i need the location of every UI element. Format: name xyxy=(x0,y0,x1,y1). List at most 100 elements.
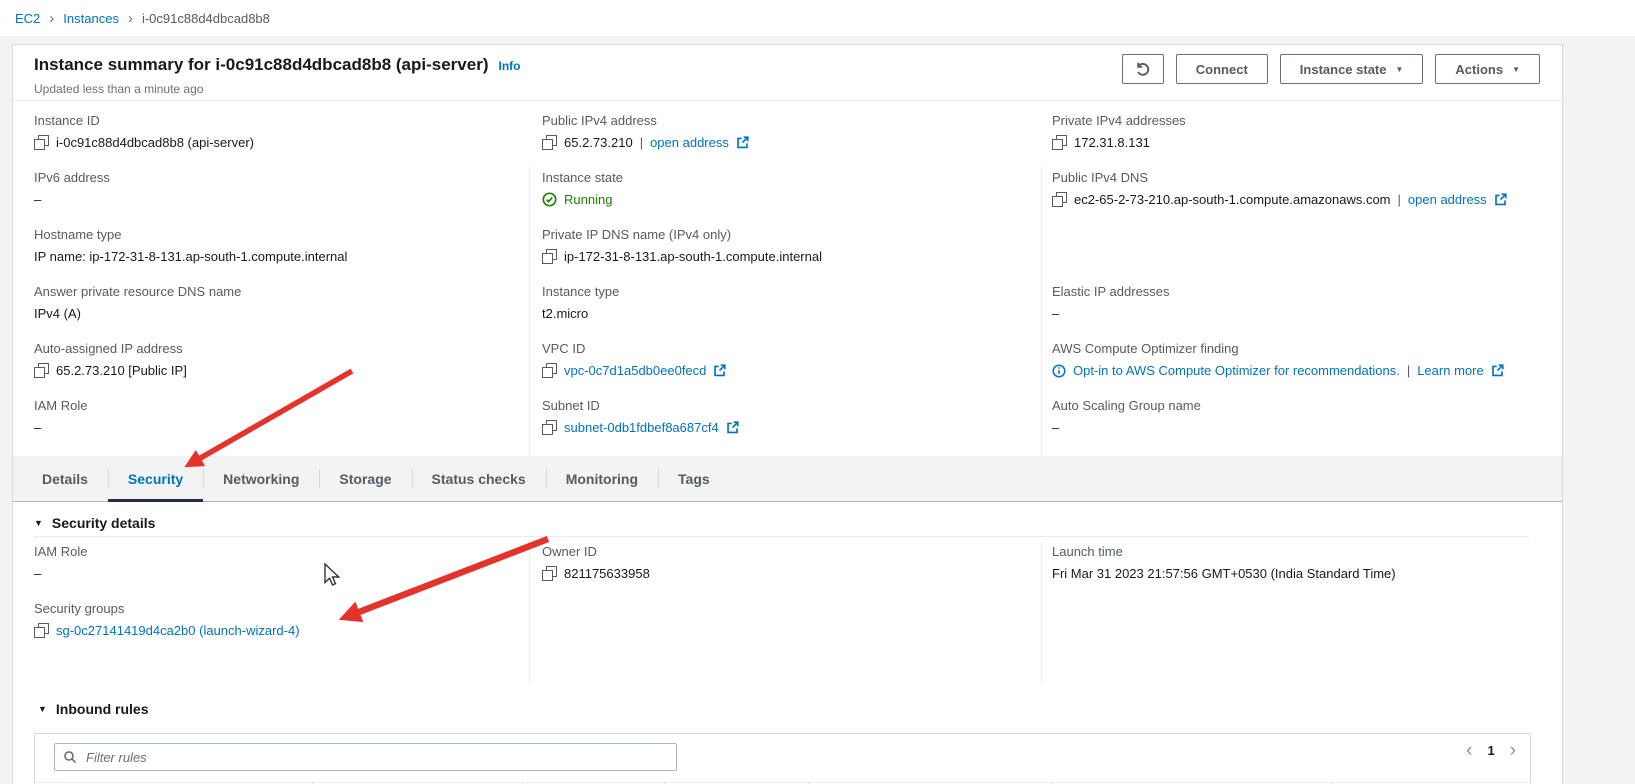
field-label: Hostname type xyxy=(34,227,122,242)
field-vpc-id: VPC ID vpc-0c7d1a5db0ee0fecd xyxy=(542,341,1052,398)
field-auto-scaling-group: Auto Scaling Group name – xyxy=(1052,398,1562,455)
updated-status-text: Updated less than a minute ago xyxy=(34,82,204,96)
breadcrumb-chevron-icon: › xyxy=(49,10,55,27)
connect-button-label: Connect xyxy=(1195,61,1248,77)
field-label: Public IPv4 address xyxy=(542,113,657,128)
chevron-down-icon: ▼ xyxy=(1395,64,1404,74)
external-link-icon[interactable] xyxy=(713,364,726,377)
copy-icon[interactable] xyxy=(542,420,557,435)
open-address-link[interactable]: open address xyxy=(1408,192,1487,207)
collapse-triangle-icon: ▼ xyxy=(38,704,47,714)
page-next-icon[interactable]: › xyxy=(1510,741,1516,760)
breadcrumb-link-instances[interactable]: Instances xyxy=(63,11,119,26)
external-link-icon[interactable] xyxy=(1491,364,1504,377)
instance-summary-panel: Instance summary for i-0c91c88d4dbcad8b8… xyxy=(12,44,1563,784)
copy-icon[interactable] xyxy=(34,363,49,378)
copy-icon[interactable] xyxy=(542,566,557,581)
external-link-icon[interactable] xyxy=(726,421,739,434)
field-label: IAM Role xyxy=(34,544,88,559)
info-icon xyxy=(1052,363,1066,378)
page-title: Instance summary for i-0c91c88d4dbcad8b8… xyxy=(34,55,489,74)
tab-tags[interactable]: Tags xyxy=(658,456,730,501)
tab-storage[interactable]: Storage xyxy=(319,456,411,501)
field-security-groups: Security groups sg-0c27141419d4ca2b0 (la… xyxy=(34,601,300,638)
connect-button[interactable]: Connect xyxy=(1175,54,1268,84)
instance-summary-grid: Instance ID i-0c91c88d4dbcad8b8 (api-ser… xyxy=(13,101,1562,499)
compute-optimizer-optin-link[interactable]: Opt-in to AWS Compute Optimizer for reco… xyxy=(1073,363,1400,378)
field-instance-id: Instance ID i-0c91c88d4dbcad8b8 (api-ser… xyxy=(34,113,542,170)
info-link[interactable]: Info xyxy=(498,59,520,73)
tab-networking[interactable]: Networking xyxy=(203,456,319,501)
field-private-ip-dns-name: Private IP DNS name (IPv4 only) ip-172-3… xyxy=(542,227,1052,284)
filter-field-wrap xyxy=(54,743,677,771)
field-value: – xyxy=(34,192,42,207)
open-address-link[interactable]: open address xyxy=(650,135,729,150)
tab-label: Security xyxy=(127,470,184,487)
divider xyxy=(34,536,1529,537)
section-title-text: Security details xyxy=(51,515,156,531)
tab-label: Networking xyxy=(223,470,300,487)
refresh-button[interactable] xyxy=(1121,54,1164,84)
field-label: Auto-assigned IP address xyxy=(34,341,183,356)
filter-rules-input[interactable] xyxy=(54,743,677,771)
breadcrumb-current-instance-id: i-0c91c88d4dbcad8b8 xyxy=(141,10,270,26)
field-label: AWS Compute Optimizer finding xyxy=(1052,341,1239,356)
security-details-header[interactable]: ▼ Security details xyxy=(34,515,155,531)
tab-label: Tags xyxy=(678,470,710,487)
field-value: – xyxy=(1052,306,1060,321)
field-value: IP name: ip-172-31-8-131.ap-south-1.comp… xyxy=(34,249,348,264)
field-label: Instance state xyxy=(542,170,623,185)
field-label: Private IP DNS name (IPv4 only) xyxy=(542,227,732,242)
field-value: ip-172-31-8-131.ap-south-1.compute.inter… xyxy=(564,249,822,264)
tab-monitoring[interactable]: Monitoring xyxy=(545,456,658,501)
external-link-icon[interactable] xyxy=(1494,193,1507,206)
security-group-link[interactable]: sg-0c27141419d4ca2b0 (launch-wizard-4) xyxy=(56,623,300,638)
field-label: Answer private resource DNS name xyxy=(34,284,242,299)
section-title-text: Inbound rules xyxy=(55,701,149,717)
copy-icon[interactable] xyxy=(542,249,557,264)
breadcrumb: EC2 › Instances › i-0c91c88d4dbcad8b8 xyxy=(0,0,1635,36)
subnet-id-link[interactable]: subnet-0db1fdbef8a687cf4 xyxy=(564,420,719,435)
field-label: Private IPv4 addresses xyxy=(1052,113,1186,128)
actions-dropdown[interactable]: Actions ▼ xyxy=(1435,54,1540,84)
tab-security[interactable]: Security xyxy=(107,456,204,502)
field-iam-role-security: IAM Role – xyxy=(34,544,87,581)
page-previous-icon[interactable]: ‹ xyxy=(1466,741,1472,760)
field-label: Subnet ID xyxy=(542,398,600,413)
copy-icon[interactable] xyxy=(34,623,49,638)
tab-details[interactable]: Details xyxy=(22,456,108,501)
field-label: Elastic IP addresses xyxy=(1052,284,1170,299)
learn-more-link[interactable]: Learn more xyxy=(1417,363,1483,378)
copy-icon[interactable] xyxy=(542,135,557,150)
inbound-rules-header[interactable]: ▼ Inbound rules xyxy=(38,701,148,717)
field-instance-state: Instance state Running xyxy=(542,170,1052,227)
column-divider xyxy=(1041,542,1042,682)
field-owner-id: Owner ID 821175633958 xyxy=(542,544,650,581)
field-label: Instance ID xyxy=(34,113,100,128)
vpc-id-link[interactable]: vpc-0c7d1a5db0ee0fecd xyxy=(564,363,706,378)
refresh-icon xyxy=(1137,62,1149,76)
copy-icon[interactable] xyxy=(1052,135,1067,150)
breadcrumb-link-ec2[interactable]: EC2 xyxy=(15,11,40,26)
field-value: 821175633958 xyxy=(564,566,650,581)
inbound-rules-section: ▼ Inbound rules ‹ 1 › Name Security grou… xyxy=(13,689,1562,784)
page-number[interactable]: 1 xyxy=(1487,743,1494,758)
instance-state-dropdown[interactable]: Instance state ▼ xyxy=(1279,54,1424,84)
field-label: Launch time xyxy=(1052,544,1123,559)
copy-icon[interactable] xyxy=(542,363,557,378)
tab-status-checks[interactable]: Status checks xyxy=(411,456,546,501)
tab-label: Status checks xyxy=(431,470,526,487)
field-label: Owner ID xyxy=(542,544,597,559)
field-value: t2.micro xyxy=(542,306,589,321)
copy-icon[interactable] xyxy=(34,135,49,150)
field-auto-assigned-ip: Auto-assigned IP address 65.2.73.210 [Pu… xyxy=(34,341,542,398)
pagination: ‹ 1 › xyxy=(1466,741,1516,760)
copy-icon[interactable] xyxy=(1052,192,1067,207)
external-link-icon[interactable] xyxy=(736,136,749,149)
field-value: – xyxy=(34,566,42,581)
tab-strip: Details Security Networking Storage Stat… xyxy=(13,456,1562,502)
search-icon xyxy=(64,751,77,764)
status-badge: Running xyxy=(564,192,613,207)
field-hostname-type: Hostname type IP name: ip-172-31-8-131.a… xyxy=(34,227,542,284)
breadcrumb-chevron-icon: › xyxy=(127,10,133,27)
